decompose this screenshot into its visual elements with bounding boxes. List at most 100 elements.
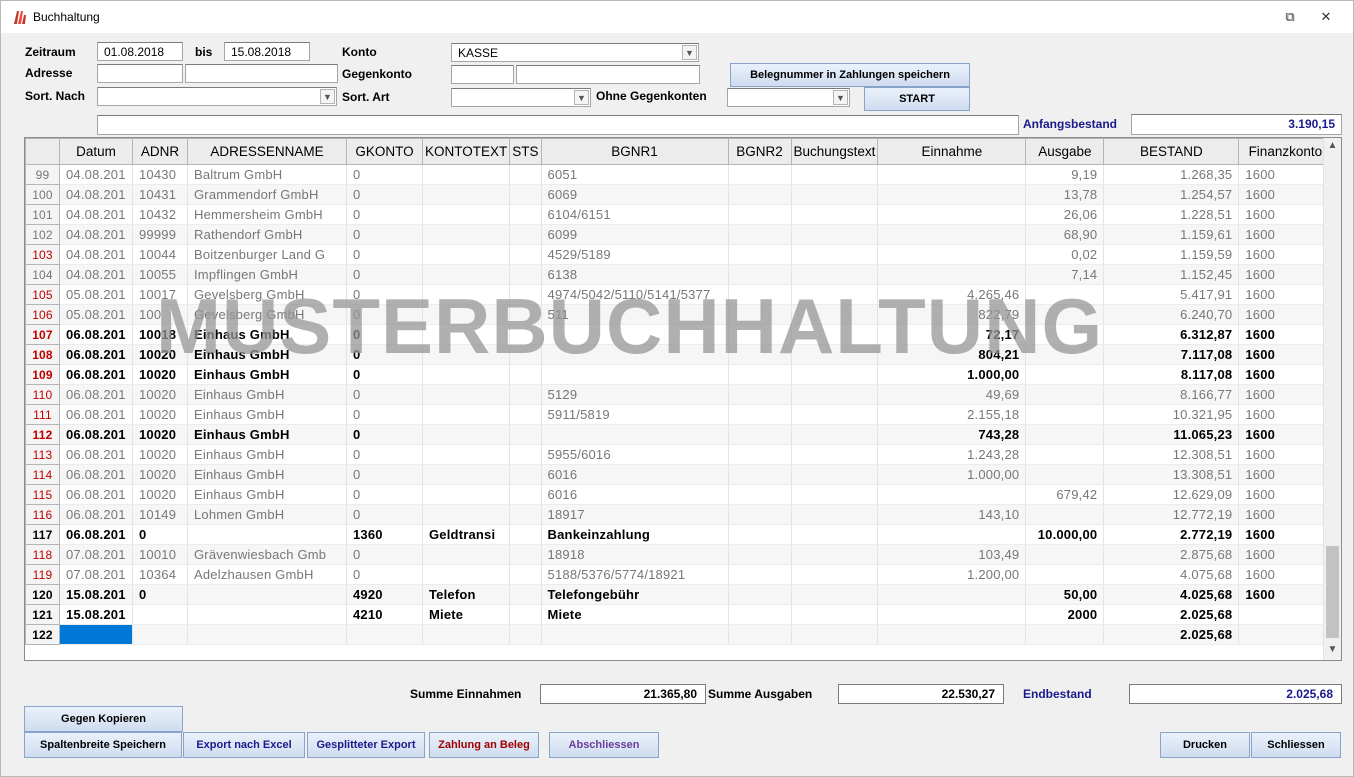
date-from-input[interactable]: 01.08.2018 xyxy=(97,42,183,61)
cell-gkonto[interactable]: 0 xyxy=(346,264,423,285)
cell-bgnr1[interactable]: 4974/5042/5110/5141/5377 xyxy=(541,284,729,305)
cell-bgnr2[interactable] xyxy=(728,204,792,225)
cell-einnahme[interactable] xyxy=(877,524,1027,545)
cell-adnr[interactable]: 10020 xyxy=(132,464,188,485)
chevron-down-icon[interactable]: ▼ xyxy=(833,90,848,105)
cell-sts[interactable] xyxy=(509,404,542,425)
table-row[interactable]: 119 07.08.201 10364 Adelzhausen GmbH 0 5188/5… xyxy=(25,564,1333,585)
cell-einnahme[interactable]: 143,10 xyxy=(877,504,1027,525)
cell-sts[interactable] xyxy=(509,464,542,485)
cell-adnr[interactable]: 10020 xyxy=(132,444,188,465)
cell-bgnr2[interactable] xyxy=(728,604,792,625)
cell-finanzkonto[interactable]: 1600 xyxy=(1238,544,1333,565)
cell-buchungstext[interactable] xyxy=(791,384,879,405)
cell-datum[interactable]: 04.08.201 xyxy=(59,224,133,245)
cell-datum[interactable]: 06.08.201 xyxy=(59,504,133,525)
cell-bgnr1[interactable] xyxy=(541,624,729,645)
cell-adressenname[interactable] xyxy=(187,584,347,605)
cell-bestand[interactable]: 7.117,08 xyxy=(1103,344,1240,365)
cell-gkonto[interactable]: 0 xyxy=(346,364,423,385)
cell-bgnr2[interactable] xyxy=(728,544,792,565)
cell-datum[interactable]: 06.08.201 xyxy=(59,364,133,385)
cell-bestand[interactable]: 1.159,61 xyxy=(1103,224,1240,245)
konto-select[interactable]: KASSE ▼ xyxy=(451,43,699,62)
cell-sts[interactable] xyxy=(509,304,542,325)
column-header-bgnr1[interactable]: BGNR1 xyxy=(540,138,729,165)
cell-datum[interactable]: 06.08.201 xyxy=(59,524,133,545)
cell-bgnr2[interactable] xyxy=(728,244,792,265)
cell-kontotext[interactable] xyxy=(422,344,511,365)
cell-einnahme[interactable] xyxy=(877,484,1027,505)
cell-bestand[interactable]: 1.152,45 xyxy=(1103,264,1240,285)
cell-bgnr1[interactable] xyxy=(541,364,729,385)
table-row[interactable]: 99 04.08.201 10430 Baltrum GmbH 0 6051 9,19 1.2… xyxy=(25,164,1333,185)
row-number[interactable]: 103 xyxy=(25,244,60,265)
cell-finanzkonto[interactable]: 1600 xyxy=(1238,504,1333,525)
cell-datum[interactable]: 04.08.201 xyxy=(59,164,133,185)
cell-buchungstext[interactable] xyxy=(791,544,879,565)
cell-datum[interactable]: 04.08.201 xyxy=(59,204,133,225)
cell-bgnr1[interactable]: 5955/6016 xyxy=(541,444,729,465)
cell-datum[interactable] xyxy=(59,624,133,645)
cell-adnr[interactable] xyxy=(132,624,188,645)
cell-adressenname[interactable]: Adelzhausen GmbH xyxy=(187,564,347,585)
cell-datum[interactable]: 15.08.201 xyxy=(59,584,133,605)
cell-bgnr1[interactable]: 6051 xyxy=(541,164,729,185)
cell-gkonto[interactable]: 0 xyxy=(346,204,423,225)
cell-gkonto[interactable]: 0 xyxy=(346,544,423,565)
cell-ausgabe[interactable] xyxy=(1025,284,1105,305)
cell-einnahme[interactable] xyxy=(877,224,1027,245)
cell-bestand[interactable]: 4.075,68 xyxy=(1103,564,1240,585)
cell-finanzkonto[interactable]: 1600 xyxy=(1238,184,1333,205)
cell-bestand[interactable]: 2.025,68 xyxy=(1103,604,1240,625)
cell-adnr[interactable]: 0 xyxy=(132,584,188,605)
cell-datum[interactable]: 05.08.201 xyxy=(59,304,133,325)
cell-bestand[interactable]: 6.240,70 xyxy=(1103,304,1240,325)
cell-bgnr1[interactable]: 18917 xyxy=(541,504,729,525)
cell-gkonto[interactable]: 0 xyxy=(346,304,423,325)
cell-ausgabe[interactable] xyxy=(1025,324,1105,345)
cell-kontotext[interactable] xyxy=(422,164,511,185)
cell-ausgabe[interactable] xyxy=(1025,424,1105,445)
cell-sts[interactable] xyxy=(509,264,542,285)
cell-adnr[interactable]: 10020 xyxy=(132,384,188,405)
cell-buchungstext[interactable] xyxy=(791,364,879,385)
cell-buchungstext[interactable] xyxy=(791,444,879,465)
cell-adnr[interactable]: 10017 xyxy=(132,284,188,305)
cell-sts[interactable] xyxy=(509,324,542,345)
cell-kontotext[interactable] xyxy=(422,224,511,245)
row-number[interactable]: 119 xyxy=(25,564,60,585)
cell-sts[interactable] xyxy=(509,184,542,205)
cell-adnr[interactable]: 0 xyxy=(132,524,188,545)
cell-bgnr1[interactable]: 5911/5819 xyxy=(541,404,729,425)
ohne-gegenkonten-select[interactable]: ▼ xyxy=(727,88,850,107)
cell-bgnr2[interactable] xyxy=(728,624,792,645)
cell-sts[interactable] xyxy=(509,484,542,505)
cell-sts[interactable] xyxy=(509,524,542,545)
column-header-einnahme[interactable]: Einnahme xyxy=(877,138,1027,165)
cell-buchungstext[interactable] xyxy=(791,284,879,305)
cell-gkonto[interactable]: 0 xyxy=(346,244,423,265)
cell-kontotext[interactable] xyxy=(422,244,511,265)
column-header-bgnr2[interactable]: BGNR2 xyxy=(727,138,792,165)
cell-buchungstext[interactable] xyxy=(791,324,879,345)
table-row[interactable]: 121 15.08.201 4210 Miete Miete 2000 2.025,68 xyxy=(25,604,1333,625)
cell-gkonto[interactable]: 0 xyxy=(346,424,423,445)
row-number[interactable]: 100 xyxy=(25,184,60,205)
column-header-adnr[interactable]: ADNR xyxy=(132,138,188,165)
cell-bestand[interactable]: 1.159,59 xyxy=(1103,244,1240,265)
cell-buchungstext[interactable] xyxy=(791,184,879,205)
cell-buchungstext[interactable] xyxy=(791,624,879,645)
cell-adressenname[interactable]: Einhaus GmbH xyxy=(187,484,347,505)
cell-bestand[interactable]: 5.417,91 xyxy=(1103,284,1240,305)
date-to-input[interactable]: 15.08.2018 xyxy=(224,42,310,61)
cell-adressenname[interactable]: Boitzenburger Land G xyxy=(187,244,347,265)
table-row[interactable]: 116 06.08.201 10149 Lohmen GmbH 0 18917 143,10… xyxy=(25,504,1333,525)
cell-buchungstext[interactable] xyxy=(791,264,879,285)
cell-bgnr1[interactable]: 5129 xyxy=(541,384,729,405)
cell-bestand[interactable]: 1.254,57 xyxy=(1103,184,1240,205)
cell-ausgabe[interactable] xyxy=(1025,544,1105,565)
cell-adressenname[interactable]: Lohmen GmbH xyxy=(187,504,347,525)
cell-ausgabe[interactable]: 26,06 xyxy=(1025,204,1105,225)
cell-bgnr1[interactable]: 4529/5189 xyxy=(541,244,729,265)
